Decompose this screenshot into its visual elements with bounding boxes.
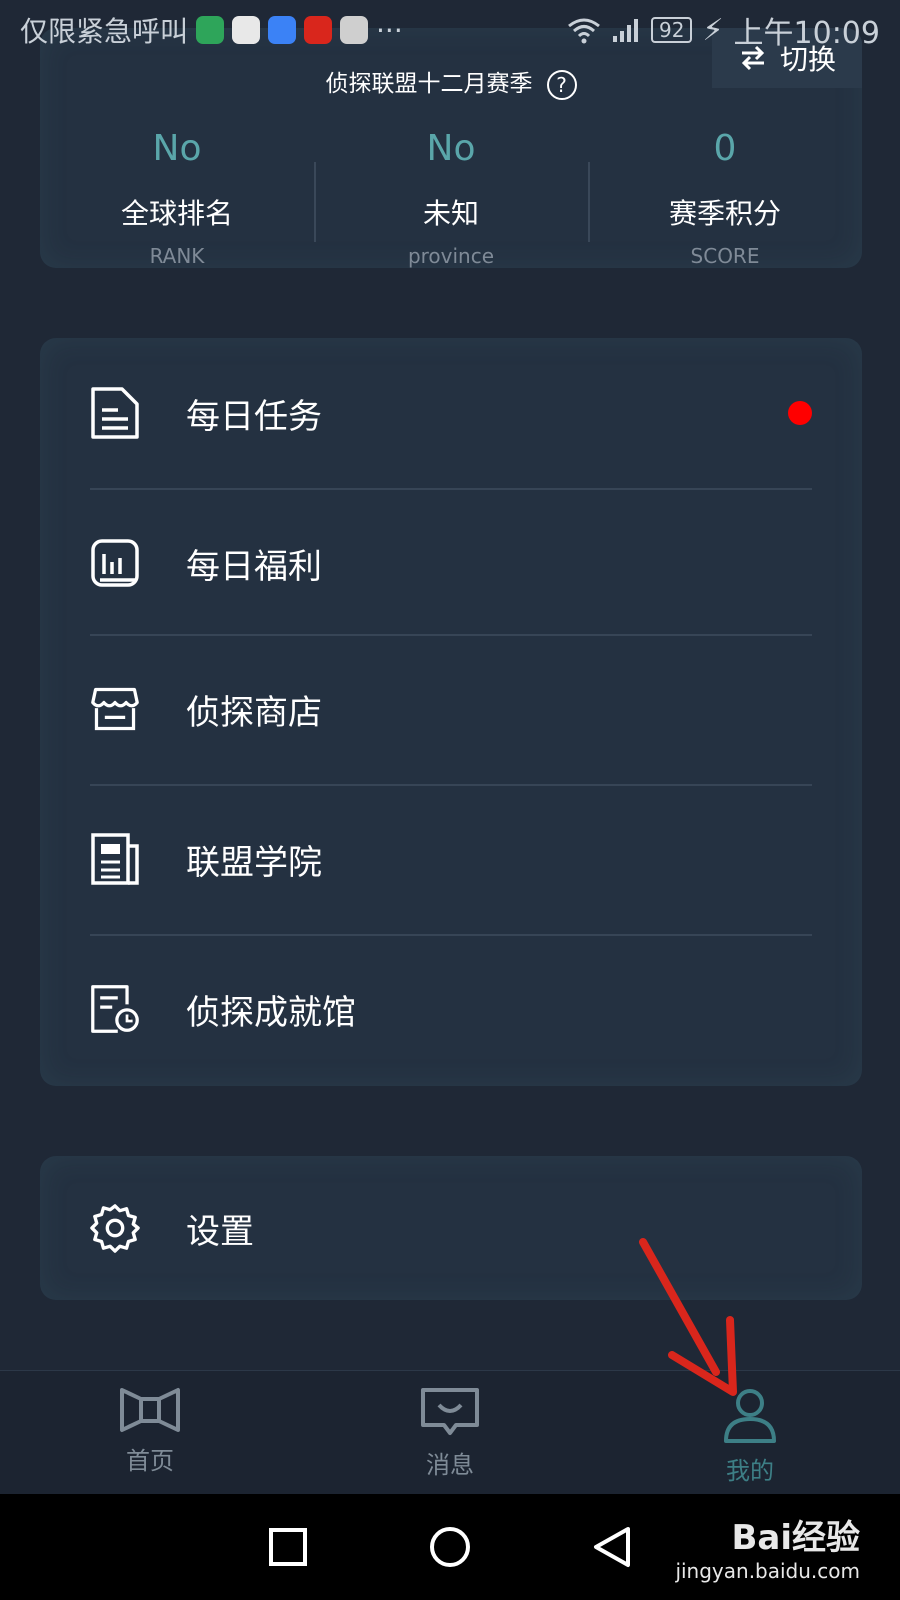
clock-doc-icon bbox=[90, 982, 140, 1036]
app-notification-icon bbox=[196, 16, 225, 44]
document-icon bbox=[90, 386, 140, 440]
gear-icon bbox=[90, 1201, 140, 1255]
menu-item-label: 每日任务 bbox=[186, 396, 322, 437]
app-notification-icon bbox=[340, 16, 369, 44]
app-notification-icon bbox=[268, 16, 297, 44]
charging-icon: ⚡ bbox=[702, 12, 724, 48]
wifi-icon bbox=[568, 18, 600, 44]
menu-item-label: 侦探成就馆 bbox=[186, 992, 356, 1033]
status-bar: 仅限紧急呼叫 ··· 92 ⚡ 上午10:09 bbox=[0, 0, 900, 60]
store-icon bbox=[90, 682, 140, 736]
bottom-nav: 首页 消息 我的 bbox=[0, 1370, 900, 1494]
notification-badge bbox=[788, 401, 812, 425]
nav-label: 首页 bbox=[126, 1447, 174, 1475]
signal-icon bbox=[613, 19, 638, 42]
bowtie-icon bbox=[120, 1388, 180, 1432]
stat-value: 0 bbox=[713, 128, 737, 169]
app-notification-icon bbox=[232, 16, 261, 44]
chart-icon bbox=[90, 536, 140, 590]
nav-mine[interactable]: 我的 bbox=[600, 1371, 900, 1494]
stat-value: No bbox=[426, 128, 476, 169]
help-icon[interactable]: ? bbox=[546, 69, 577, 100]
nav-home[interactable]: 首页 bbox=[0, 1371, 300, 1494]
stat-value: No bbox=[152, 128, 202, 169]
person-icon bbox=[724, 1389, 776, 1443]
watermark: Bai经验 jingyan.baidu.com bbox=[675, 1510, 860, 1583]
back-triangle-icon[interactable] bbox=[592, 1525, 632, 1569]
nav-messages[interactable]: 消息 bbox=[300, 1371, 600, 1494]
menu-item-achievement-hall[interactable]: 侦探成就馆 bbox=[90, 934, 812, 1084]
stat-sublabel: province bbox=[407, 244, 495, 268]
nav-label: 消息 bbox=[426, 1451, 474, 1479]
menu-item-settings[interactable]: 设置 bbox=[90, 1153, 812, 1303]
menu-item-daily-benefits[interactable]: 每日福利 bbox=[90, 488, 812, 638]
watermark-brand: Bai经验 bbox=[731, 1518, 860, 1558]
menu-item-detective-store[interactable]: 侦探商店 bbox=[90, 634, 812, 784]
settings-card: 设置 bbox=[40, 1156, 862, 1300]
more-notifications-icon: ··· bbox=[376, 13, 403, 47]
stat-rank: No 全球排名 RANK bbox=[40, 100, 314, 268]
stat-label: 赛季积分 bbox=[668, 197, 781, 230]
carrier-text: 仅限紧急呼叫 bbox=[20, 15, 189, 48]
menu-item-label: 侦探商店 bbox=[186, 692, 322, 733]
season-title-text: 侦探联盟十二月赛季 bbox=[325, 71, 533, 97]
stat-sublabel: RANK bbox=[149, 244, 205, 268]
recent-apps-icon[interactable] bbox=[268, 1527, 308, 1567]
stat-label: 全球排名 bbox=[120, 197, 233, 230]
home-circle-icon[interactable] bbox=[428, 1525, 472, 1569]
battery-indicator: 92 bbox=[651, 17, 693, 43]
newspaper-icon bbox=[90, 832, 140, 886]
watermark-url: jingyan.baidu.com bbox=[675, 1559, 860, 1583]
menu-item-label: 联盟学院 bbox=[186, 842, 322, 883]
menu-item-label: 每日福利 bbox=[186, 546, 322, 587]
stat-province: No 未知 province bbox=[314, 100, 588, 268]
clock: 上午10:09 bbox=[733, 16, 880, 51]
nav-label: 我的 bbox=[726, 1457, 774, 1485]
app-notification-icon bbox=[304, 16, 333, 44]
message-icon bbox=[421, 1388, 479, 1435]
stat-score: 0 赛季积分 SCORE bbox=[588, 100, 862, 268]
menu-item-daily-tasks[interactable]: 每日任务 bbox=[90, 338, 812, 488]
menu-card: 每日任务 每日福利 侦探商店 联盟学院 侦探成就馆 bbox=[40, 338, 862, 1086]
stat-label: 未知 bbox=[422, 197, 479, 230]
stat-sublabel: SCORE bbox=[690, 244, 760, 268]
menu-item-label: 设置 bbox=[186, 1211, 254, 1252]
menu-item-alliance-academy[interactable]: 联盟学院 bbox=[90, 784, 812, 934]
season-stats-card: 侦探联盟十二月赛季? 切换 No 全球排名 RANK No 未知 provinc… bbox=[40, 28, 862, 268]
